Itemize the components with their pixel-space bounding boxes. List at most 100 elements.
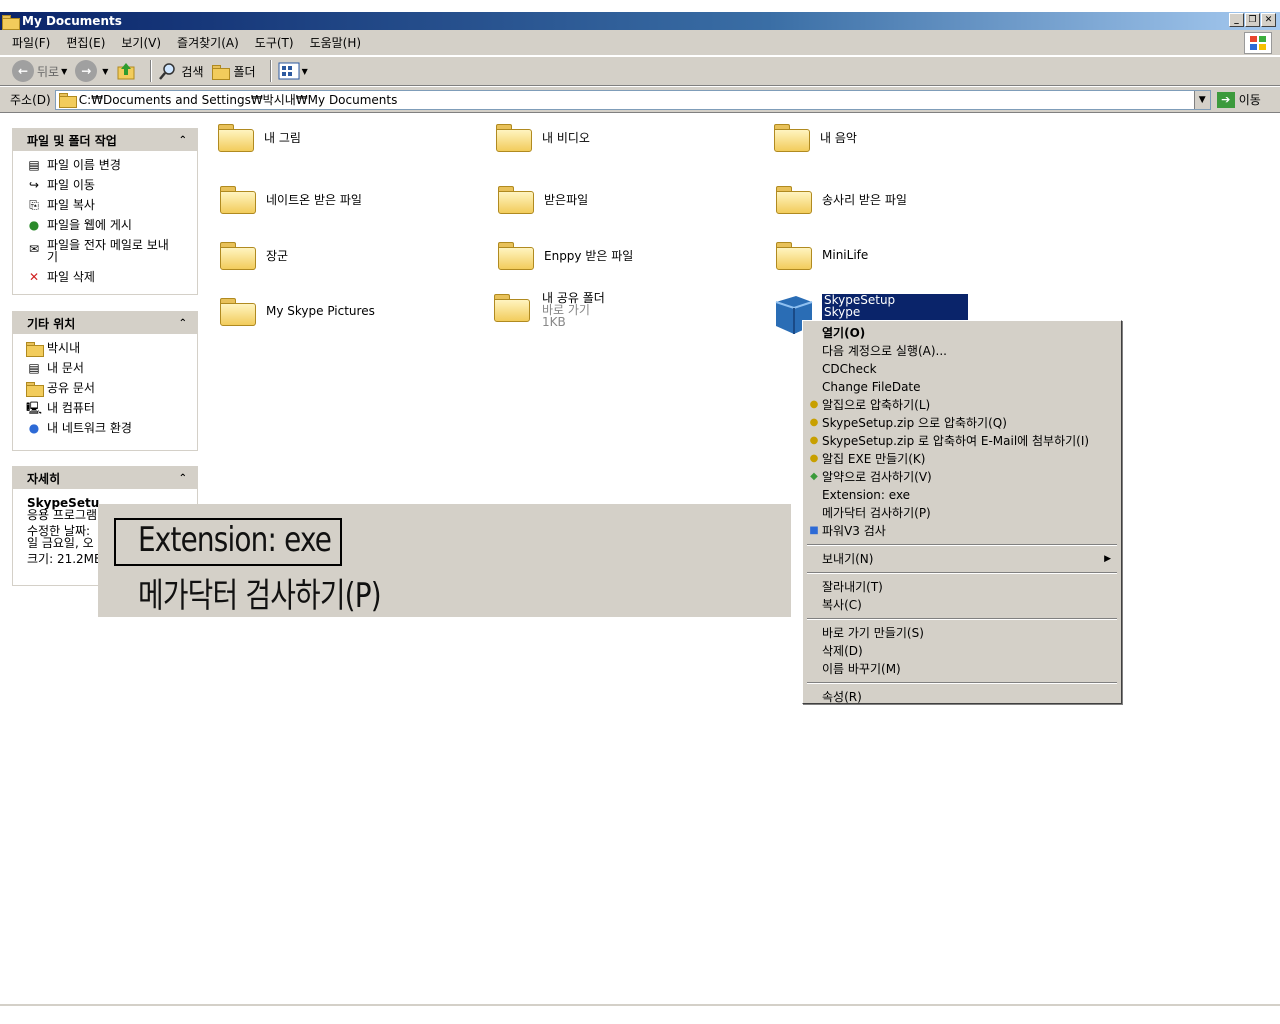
- place-user[interactable]: 박시내: [25, 338, 197, 358]
- file-tasks-header[interactable]: 파일 및 폴더 작업 ⌃: [13, 129, 197, 151]
- menu-zip-compress[interactable]: ● SkypeSetup.zip 으로 압축하기(Q): [805, 414, 1119, 432]
- file-item-shared-folder[interactable]: 내 공유 폴더 바로 가기 1KB: [494, 292, 605, 328]
- file-name: MiniLife: [822, 248, 869, 262]
- menu-megadoctor-scan[interactable]: 메가닥터 검사하기(P): [805, 504, 1119, 522]
- menu-properties[interactable]: 속성(R): [805, 688, 1119, 706]
- folders-button[interactable]: 폴더: [211, 63, 256, 80]
- toolbar-separator: [150, 60, 153, 82]
- other-places-header[interactable]: 기타 위치 ⌃: [13, 312, 197, 334]
- panel-title: 자세히: [27, 471, 61, 486]
- menu-label: 파워V3 검사: [822, 524, 886, 538]
- windows-logo-icon: [1244, 32, 1272, 54]
- file-item-enppy[interactable]: Enppy 받은 파일: [498, 242, 633, 270]
- search-button[interactable]: 검색: [158, 61, 204, 81]
- menu-help[interactable]: 도움말(H): [310, 34, 362, 51]
- folder-icon: [25, 380, 44, 397]
- menu-separator: [807, 618, 1117, 620]
- collapse-icon[interactable]: ⌃: [179, 135, 187, 146]
- restore-button[interactable]: ❐: [1245, 13, 1260, 27]
- up-button[interactable]: [116, 61, 136, 81]
- file-item-songsari[interactable]: 송사리 받은 파일: [776, 186, 907, 214]
- delete-icon: ✕: [28, 270, 40, 284]
- file-item-janggun[interactable]: 장군: [220, 242, 288, 270]
- alzip-icon: ●: [809, 435, 819, 446]
- menu-cut[interactable]: 잘라내기(T): [805, 578, 1119, 596]
- file-item-my-music[interactable]: 내 음악: [774, 124, 857, 152]
- status-bar: [0, 1004, 1280, 1024]
- close-button[interactable]: ✕: [1261, 13, 1276, 27]
- task-rename[interactable]: ▤ 파일 이름 변경: [25, 155, 197, 175]
- menu-label: 속성(R): [822, 690, 862, 704]
- window-controls: _ ❐ ✕: [1229, 13, 1276, 27]
- back-button[interactable]: ← 뒤로 ▼: [12, 60, 67, 82]
- forward-button[interactable]: → ▼: [75, 60, 108, 82]
- collapse-icon[interactable]: ⌃: [179, 473, 187, 484]
- folder-icon: [58, 93, 77, 108]
- place-label: 박시내: [47, 341, 81, 355]
- file-size: 1KB: [542, 315, 566, 329]
- place-my-computer[interactable]: 🖳 내 컴퓨터: [25, 398, 197, 418]
- menu-copy[interactable]: 복사(C): [805, 596, 1119, 614]
- menu-rename[interactable]: 이름 바꾸기(M): [805, 660, 1119, 678]
- menu-edit[interactable]: 편집(E): [66, 34, 105, 51]
- folder-icon: [220, 186, 256, 214]
- file-item-received[interactable]: 받은파일: [498, 186, 588, 214]
- views-button[interactable]: ▼: [278, 62, 308, 80]
- go-button[interactable]: ➔ 이동: [1216, 91, 1261, 108]
- menu-view[interactable]: 보기(V): [121, 34, 161, 51]
- globe-icon: ●: [28, 218, 40, 232]
- menu-run-as[interactable]: 다음 계정으로 실행(A)...: [805, 342, 1119, 360]
- task-copy[interactable]: ⎘ 파일 복사: [25, 195, 197, 215]
- task-publish[interactable]: ● 파일을 웹에 게시: [25, 215, 197, 235]
- folder-icon: [776, 242, 812, 270]
- place-network[interactable]: ● 내 네트워크 환경: [25, 418, 197, 438]
- menu-zip-email[interactable]: ● SkypeSetup.zip 로 압축하여 E-Mail에 첨부하기(I): [805, 432, 1119, 450]
- chevron-down-icon[interactable]: ▼: [61, 67, 67, 76]
- network-icon: ●: [28, 421, 40, 435]
- place-my-documents[interactable]: ▤ 내 문서: [25, 358, 197, 378]
- menu-separator: [807, 682, 1117, 684]
- shared-folder-shortcut-icon: [494, 294, 530, 322]
- file-type: Skype: [824, 305, 861, 319]
- menu-create-shortcut[interactable]: 바로 가기 만들기(S): [805, 624, 1119, 642]
- copy-icon: ⎘: [29, 198, 39, 212]
- task-move[interactable]: ↪ 파일 이동: [25, 175, 197, 195]
- address-bar: 주소(D) C:₩Documents and Settings₩박시내₩My D…: [0, 87, 1280, 113]
- menu-alzip-exe[interactable]: ● 알집 EXE 만들기(K): [805, 450, 1119, 468]
- menu-send-to[interactable]: 보내기(N) ▶: [805, 550, 1119, 568]
- menu-change-filedate[interactable]: Change FileDate: [805, 378, 1119, 396]
- chevron-down-icon[interactable]: ▼: [102, 67, 108, 76]
- search-label: 검색: [181, 64, 204, 79]
- details-header[interactable]: 자세히 ⌃: [13, 467, 197, 489]
- menu-cdcheck[interactable]: CDCheck: [805, 360, 1119, 378]
- menu-open[interactable]: 열기(O): [805, 324, 1119, 342]
- address-input[interactable]: C:₩Documents and Settings₩박시내₩My Documen…: [54, 89, 1211, 110]
- address-dropdown-button[interactable]: ▼: [1193, 90, 1210, 109]
- file-item-my-videos[interactable]: 내 비디오: [496, 124, 590, 152]
- menu-v3-scan[interactable]: ■ 파워V3 검사: [805, 522, 1119, 540]
- menu-tools[interactable]: 도구(T): [255, 34, 294, 51]
- menu-alzip-compress[interactable]: ● 알집으로 압축하기(L): [805, 396, 1119, 414]
- file-item-my-pictures[interactable]: 내 그림: [218, 124, 301, 152]
- other-places-panel: 기타 위치 ⌃ 박시내 ▤ 내 문서 공유 문서 🖳 내 컴퓨터 ● 내 네트워크 환…: [12, 311, 198, 451]
- menu-separator: [807, 544, 1117, 546]
- go-arrow-icon: ➔: [1216, 91, 1235, 108]
- submenu-arrow-icon: ▶: [1104, 554, 1111, 564]
- menu-extension[interactable]: Extension: exe: [805, 486, 1119, 504]
- panel-title: 파일 및 폴더 작업: [27, 133, 117, 148]
- minimize-button[interactable]: _: [1229, 13, 1244, 27]
- menu-favorites[interactable]: 즐겨찾기(A): [177, 34, 239, 51]
- file-item-nateon[interactable]: 네이트온 받은 파일: [220, 186, 362, 214]
- task-email[interactable]: ✉ 파일을 전자 메일로 보내기: [25, 235, 197, 267]
- zoom-callout: Extension: exe 메가닥터 검사하기(P): [98, 504, 791, 617]
- menu-delete[interactable]: 삭제(D): [805, 642, 1119, 660]
- task-delete[interactable]: ✕ 파일 삭제: [25, 267, 197, 287]
- place-shared-documents[interactable]: 공유 문서: [25, 378, 197, 398]
- collapse-icon[interactable]: ⌃: [179, 318, 187, 329]
- file-item-skype-pictures[interactable]: My Skype Pictures: [220, 298, 375, 326]
- chevron-down-icon: ▼: [301, 66, 308, 76]
- file-item-minilife[interactable]: MiniLife: [776, 242, 869, 270]
- menu-alyac-scan[interactable]: ◆ 알약으로 검사하기(V): [805, 468, 1119, 486]
- forward-arrow-icon: →: [75, 60, 98, 82]
- menu-file[interactable]: 파일(F): [12, 34, 50, 51]
